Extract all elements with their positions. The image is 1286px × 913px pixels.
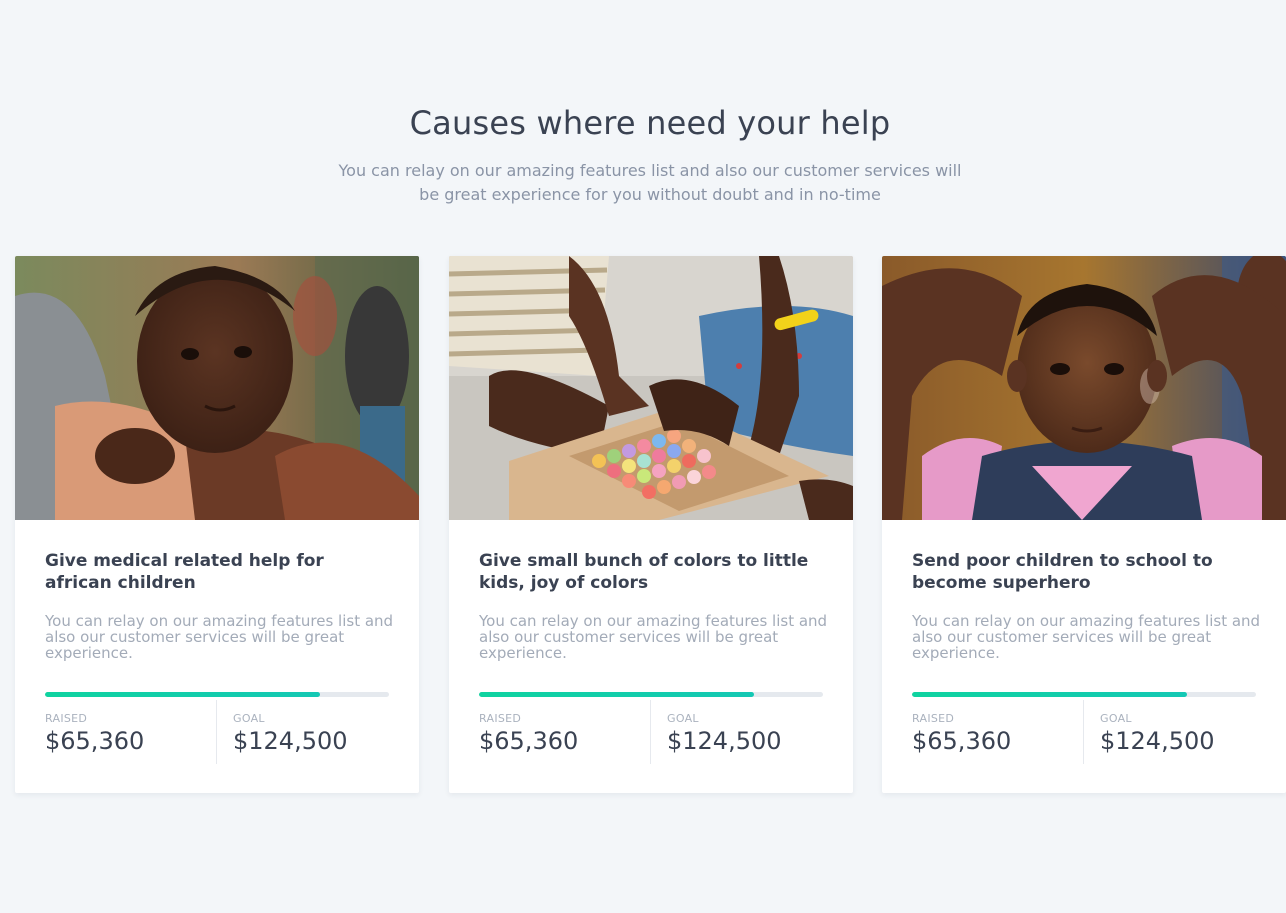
goal-amount: $124,500	[667, 727, 782, 755]
goal-label: GOAL	[233, 712, 265, 725]
cause-description: You can relay on our amazing features li…	[479, 612, 828, 662]
raised-label: RAISED	[912, 712, 955, 725]
cause-card-colors[interactable]: Give small bunch of colors to little kid…	[449, 256, 853, 793]
raised-label: RAISED	[45, 712, 88, 725]
cause-card-school[interactable]: Send poor children to school to become s…	[882, 256, 1286, 793]
goal-stat: GOAL $124,500	[216, 700, 403, 764]
donation-progress-bar	[479, 692, 823, 697]
cause-photo-chalk-box	[449, 256, 853, 520]
cause-photo-boy	[882, 256, 1286, 520]
donation-progress-bar	[912, 692, 1256, 697]
raised-stat: RAISED $65,360	[912, 700, 1082, 764]
section-subtitle: You can relay on our amazing features li…	[338, 161, 962, 204]
goal-label: GOAL	[1100, 712, 1132, 725]
goal-label: GOAL	[667, 712, 699, 725]
raised-stat: RAISED $65,360	[45, 700, 215, 764]
section-title: Causes where need your help	[409, 104, 891, 142]
cause-title[interactable]: Give small bunch of colors to little kid…	[479, 550, 809, 594]
goal-amount: $124,500	[1100, 727, 1215, 755]
raised-label: RAISED	[479, 712, 522, 725]
cause-title[interactable]: Send poor children to school to become s…	[912, 550, 1242, 594]
goal-amount: $124,500	[233, 727, 348, 755]
raised-amount: $65,360	[45, 727, 145, 755]
donation-progress-fill	[912, 692, 1188, 697]
raised-amount: $65,360	[912, 727, 1012, 755]
donation-progress-fill	[45, 692, 321, 697]
goal-stat: GOAL $124,500	[1083, 700, 1270, 764]
cause-title[interactable]: Give medical related help for african ch…	[45, 550, 375, 594]
donation-progress-bar	[45, 692, 389, 697]
raised-stat: RAISED $65,360	[479, 700, 649, 764]
goal-stat: GOAL $124,500	[650, 700, 837, 764]
cause-card-medical-help[interactable]: Give medical related help for african ch…	[15, 256, 419, 793]
cause-description: You can relay on our amazing features li…	[45, 612, 394, 662]
raised-amount: $65,360	[479, 727, 579, 755]
cause-description: You can relay on our amazing features li…	[912, 612, 1261, 662]
donation-progress-fill	[479, 692, 755, 697]
cause-photo-child-hug	[15, 256, 419, 520]
